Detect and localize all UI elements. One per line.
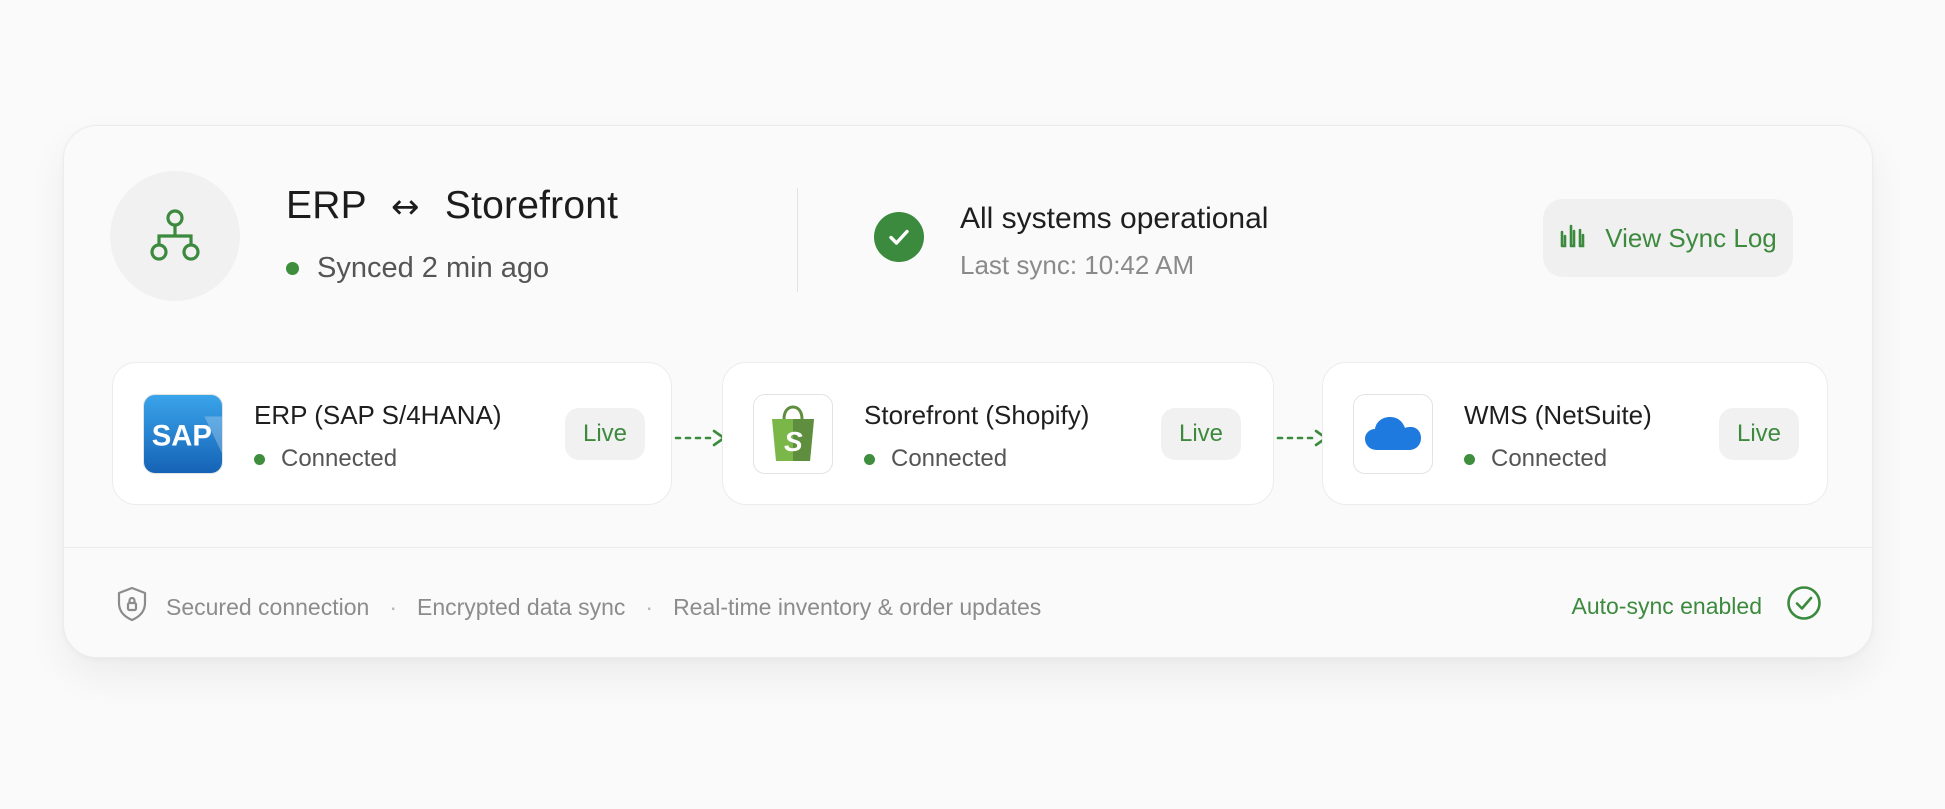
connection-status-text: Connected (281, 445, 398, 472)
header-divider (797, 188, 798, 292)
connection-status-text: Connected (1491, 445, 1608, 472)
cloud-icon (1353, 394, 1433, 474)
footer-separator: · (389, 593, 397, 620)
activity-chart-icon (1559, 222, 1589, 255)
bidirectional-arrow-icon: ↔ (391, 187, 420, 227)
shield-icon (116, 586, 148, 628)
page-title: ERP ↔ Storefront (286, 184, 618, 228)
footer-divider (64, 547, 1872, 548)
network-hub-icon (110, 171, 240, 301)
auto-sync-status: Auto-sync enabled (1571, 585, 1822, 627)
connection-status: Connected (864, 445, 1007, 473)
shopify-logo: S (753, 394, 833, 474)
status-dot-icon (1464, 453, 1475, 465)
check-circle-outline-icon (1786, 585, 1822, 627)
last-sync-time: Last sync: 10:42 AM (960, 250, 1195, 280)
footer-item: Encrypted data sync (416, 593, 626, 620)
live-badge: Live (565, 408, 645, 460)
title-target: Storefront (444, 184, 619, 227)
status-dot-icon (286, 262, 299, 275)
status-dot-icon (864, 453, 875, 465)
view-sync-log-button[interactable]: View Sync Log (1543, 199, 1793, 277)
footer-item: Secured connection (166, 593, 370, 620)
sap-logo-text: SAP (152, 421, 212, 453)
security-info: Secured connection · Encrypted data sync… (116, 586, 1041, 628)
connection-status: Connected (1464, 445, 1607, 473)
status-dot-icon (254, 453, 265, 465)
system-name: WMS (NetSuite) (1464, 400, 1652, 430)
system-card-storefront[interactable]: S Storefront (Shopify) Connected Live (722, 362, 1274, 505)
system-card-erp[interactable]: SAP ERP (SAP S/4HANA) Connected Live (112, 362, 672, 505)
sync-status: Synced 2 min ago (286, 252, 549, 285)
view-sync-log-label: View Sync Log (1605, 222, 1777, 253)
system-status-title: All systems operational (960, 202, 1269, 235)
sync-status-text: Synced 2 min ago (317, 252, 550, 284)
system-card-wms[interactable]: WMS (NetSuite) Connected Live (1322, 362, 1828, 505)
connection-status-text: Connected (891, 445, 1008, 472)
check-circle-icon (874, 212, 924, 262)
live-badge: Live (1161, 408, 1241, 460)
connection-status: Connected (254, 445, 397, 473)
footer-item: Real-time inventory & order updates (673, 593, 1042, 620)
sap-logo: SAP (143, 394, 223, 474)
system-name: Storefront (Shopify) (864, 400, 1090, 430)
integration-status-card: ERP ↔ Storefront Synced 2 min ago All sy… (63, 125, 1873, 658)
auto-sync-label: Auto-sync enabled (1571, 592, 1762, 619)
title-source: ERP (286, 184, 367, 227)
footer-separator: · (645, 593, 654, 620)
system-name: ERP (SAP S/4HANA) (254, 400, 502, 430)
live-badge: Live (1719, 408, 1799, 460)
shopify-logo-letter: S (784, 426, 803, 457)
